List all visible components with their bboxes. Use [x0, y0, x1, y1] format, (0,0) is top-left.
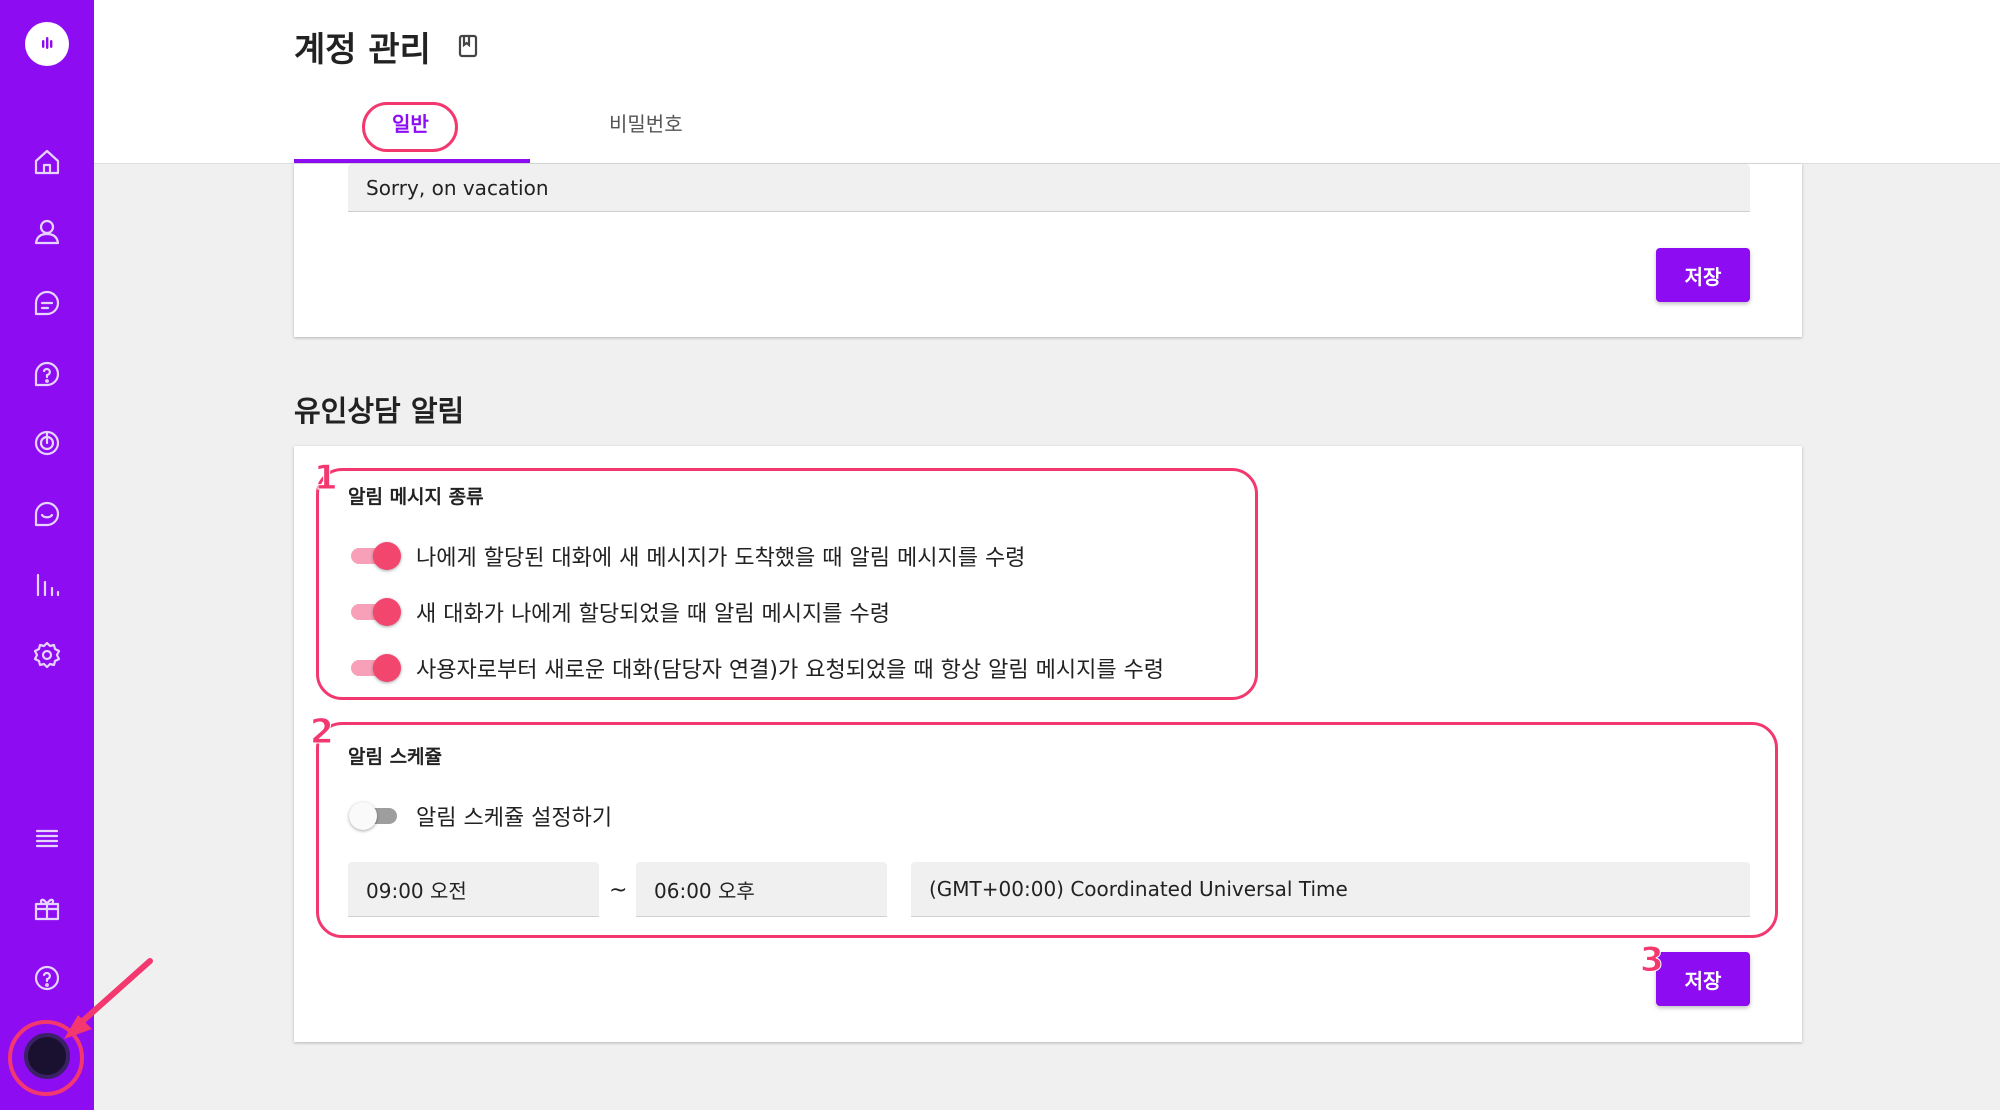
status-message-card: Sorry, on vacation 저장	[294, 164, 1802, 337]
annotation-box-2	[316, 722, 1778, 938]
annotation-box-1	[316, 468, 1258, 700]
chat-icon[interactable]	[27, 283, 67, 323]
message-icon[interactable]	[27, 494, 67, 534]
tab-highlight-ring	[362, 102, 458, 152]
home-icon[interactable]	[27, 142, 67, 182]
settings-icon[interactable]	[27, 635, 67, 675]
save-button[interactable]: 저장	[1656, 952, 1750, 1006]
chart-icon[interactable]	[27, 565, 67, 605]
tab-password[interactable]: 비밀번호	[609, 108, 683, 137]
page-title: 계정 관리	[294, 30, 431, 70]
bookmark-icon[interactable]	[458, 34, 480, 58]
annotation-number-1: 1	[314, 458, 339, 499]
save-button[interactable]: 저장	[1656, 248, 1750, 302]
menu-icon[interactable]	[27, 818, 67, 858]
logo-icon[interactable]	[25, 22, 69, 66]
user-icon[interactable]	[27, 212, 67, 252]
gift-icon[interactable]	[27, 888, 67, 928]
help-icon[interactable]	[27, 354, 67, 394]
active-tab-indicator	[294, 159, 530, 163]
arrow-icon	[64, 958, 153, 1039]
sidebar	[0, 0, 94, 1110]
annotation-number-2: 2	[310, 712, 335, 753]
target-icon[interactable]	[27, 423, 67, 463]
status-message-field[interactable]: Sorry, on vacation	[348, 164, 1750, 212]
section-title: 유인상담 알림	[294, 394, 465, 428]
annotation-number-3: 3	[1640, 940, 1665, 981]
